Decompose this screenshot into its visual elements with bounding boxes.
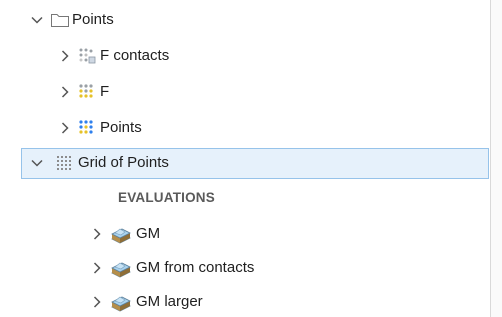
tree-item-gm-from-contacts[interactable]: GM from contacts [0, 253, 491, 283]
chevron-right-icon[interactable] [58, 121, 72, 135]
chevron-right-icon[interactable] [58, 49, 72, 63]
chevron-down-icon[interactable] [30, 13, 44, 27]
evaluation-icon [110, 225, 132, 244]
evaluation-icon [110, 259, 132, 278]
grid-points-icon [56, 154, 74, 172]
chevron-right-icon[interactable] [90, 261, 104, 275]
tree-item-gm-larger[interactable]: GM larger [0, 287, 491, 317]
section-header-label: EVALUATIONS [118, 190, 215, 205]
tree-item-label: GM larger [136, 293, 203, 310]
tree-item-grid-of-points[interactable]: Grid of Points [0, 147, 491, 179]
tree-item-points[interactable]: Points [0, 113, 491, 143]
folder-icon [50, 11, 69, 29]
points-colored-icon [78, 119, 96, 137]
tree-item-label: F contacts [100, 47, 170, 64]
evaluation-icon [110, 293, 132, 312]
tree-item-label: Grid of Points [78, 154, 169, 171]
tree-item-f[interactable]: F [0, 77, 491, 107]
tree-item-label: Points [100, 119, 142, 136]
chevron-right-icon[interactable] [90, 295, 104, 309]
project-tree: Points F contacts F Points Grid of Point… [0, 0, 491, 317]
section-header-evaluations: EVALUATIONS [0, 183, 491, 213]
tree-item-label: Points [72, 11, 114, 28]
tree-item-gm[interactable]: GM [0, 219, 491, 249]
tree-item-label: GM from contacts [136, 259, 255, 276]
tree-item-f-contacts[interactable]: F contacts [0, 41, 491, 71]
tree-item-points-folder[interactable]: Points [0, 5, 491, 35]
tree-item-label: F [100, 83, 110, 100]
tree-item-label: GM [136, 225, 161, 242]
chevron-right-icon[interactable] [90, 227, 104, 241]
scrollbar-track[interactable] [490, 0, 502, 317]
points-contacts-icon [78, 47, 96, 65]
chevron-down-icon[interactable] [30, 156, 44, 170]
chevron-right-icon[interactable] [58, 85, 72, 99]
points-yellow-icon [78, 83, 96, 101]
